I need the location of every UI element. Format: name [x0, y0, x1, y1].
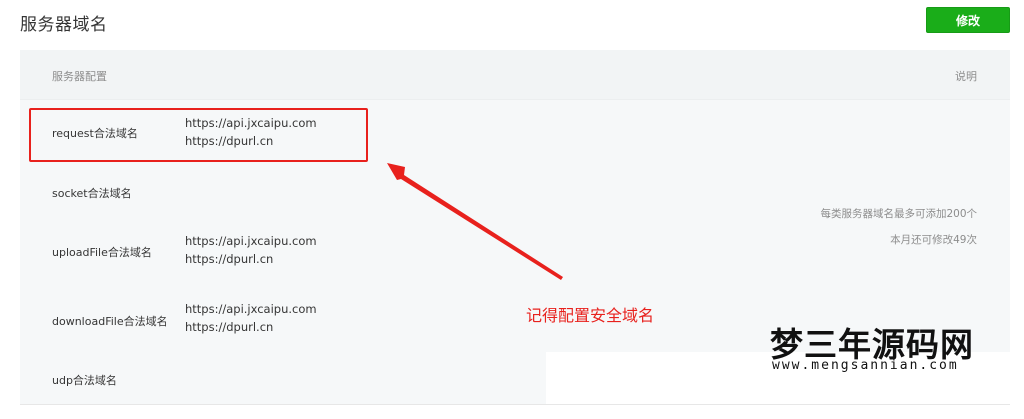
watermark-url: www.mengsannian.com — [772, 358, 959, 373]
table-header: 服务器配置 说明 — [20, 50, 1010, 100]
row-label-uploadfile: uploadFile合法域名 — [52, 246, 152, 259]
table-bottom-border — [20, 404, 1010, 405]
row-values-downloadfile: https://api.jxcaipu.com https://dpurl.cn — [185, 300, 317, 336]
domain-value: https://api.jxcaipu.com — [185, 302, 317, 316]
domain-value: https://dpurl.cn — [185, 252, 274, 266]
row-label-socket: socket合法域名 — [52, 187, 132, 200]
column-header-config: 服务器配置 — [52, 70, 107, 83]
row-label-udp: udp合法域名 — [52, 374, 117, 387]
modify-button[interactable]: 修改 — [926, 7, 1010, 33]
row-values-uploadfile: https://api.jxcaipu.com https://dpurl.cn — [185, 232, 317, 268]
annotation-text: 记得配置安全域名 — [526, 306, 655, 325]
page-title: 服务器域名 — [20, 15, 108, 35]
domain-value: https://api.jxcaipu.com — [185, 234, 317, 248]
description-limit: 每类服务器域名最多可添加200个 — [820, 208, 977, 220]
column-header-description: 说明 — [955, 70, 977, 83]
highlight-box — [29, 108, 368, 162]
domain-value: https://dpurl.cn — [185, 320, 274, 334]
description-remaining: 本月还可修改49次 — [890, 234, 977, 246]
row-label-downloadfile: downloadFile合法域名 — [52, 315, 168, 328]
